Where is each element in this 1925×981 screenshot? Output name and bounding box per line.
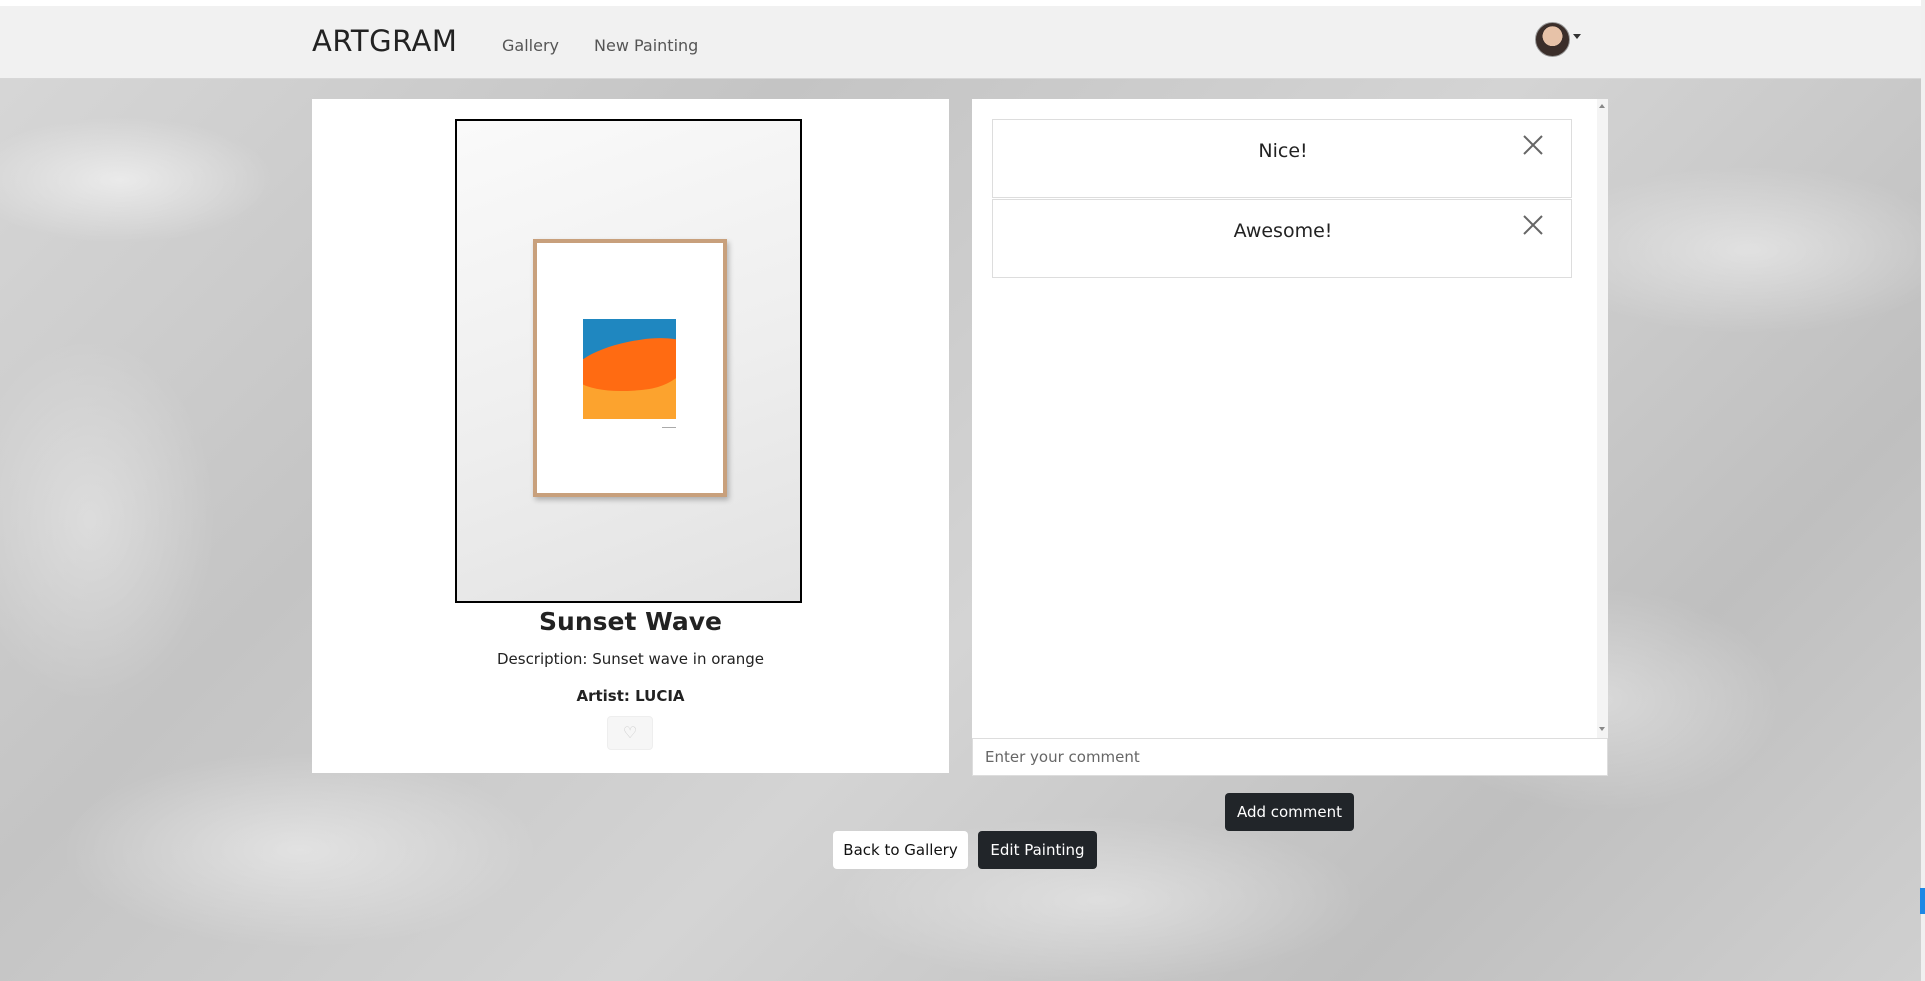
comments-panel: Nice! Awesome! [972, 99, 1608, 738]
close-icon[interactable] [1521, 133, 1545, 157]
comment-input[interactable] [972, 738, 1608, 776]
artwork-signature [662, 424, 676, 428]
page-scrollbar[interactable] [1921, 0, 1925, 981]
description-value: Sunset wave in orange [592, 650, 765, 668]
comment-item: Awesome! [992, 199, 1572, 278]
comments-scrollbar[interactable] [1597, 99, 1608, 738]
picture-frame [533, 239, 727, 497]
close-icon[interactable] [1521, 213, 1545, 237]
heart-icon: ♡ [622, 725, 638, 742]
painting-card: Sunset Wave Description: Sunset wave in … [312, 99, 949, 773]
brand-logo[interactable]: ARTGRAM [312, 24, 457, 58]
nav-link-new-painting[interactable]: New Painting [594, 36, 698, 55]
navbar: ARTGRAM Gallery New Painting [0, 6, 1921, 79]
artist-value: LUCIA [635, 687, 685, 705]
artwork [583, 319, 676, 419]
chevron-down-icon [1573, 34, 1581, 39]
painting-artist: Artist: LUCIA [312, 687, 949, 705]
painting-image [455, 119, 802, 603]
avatar [1535, 22, 1570, 57]
comment-text: Nice! [1258, 140, 1308, 162]
scroll-up-icon[interactable] [1599, 104, 1605, 108]
nav-link-gallery[interactable]: Gallery [502, 36, 559, 55]
add-comment-button[interactable]: Add comment [1225, 793, 1354, 831]
painting-title: Sunset Wave [539, 607, 722, 636]
painting-description: Description: Sunset wave in orange [312, 650, 949, 668]
scroll-down-icon[interactable] [1599, 727, 1605, 731]
description-label: Description: [496, 650, 588, 668]
user-menu-toggle[interactable] [1535, 22, 1583, 60]
scroll-indicator [1920, 888, 1925, 914]
like-button[interactable]: ♡ [607, 716, 653, 750]
comment-text: Awesome! [1233, 220, 1333, 242]
artist-label: Artist: [576, 687, 630, 705]
comment-item: Nice! [992, 119, 1572, 198]
back-to-gallery-button[interactable]: Back to Gallery [833, 831, 968, 869]
edit-painting-button[interactable]: Edit Painting [978, 831, 1097, 869]
